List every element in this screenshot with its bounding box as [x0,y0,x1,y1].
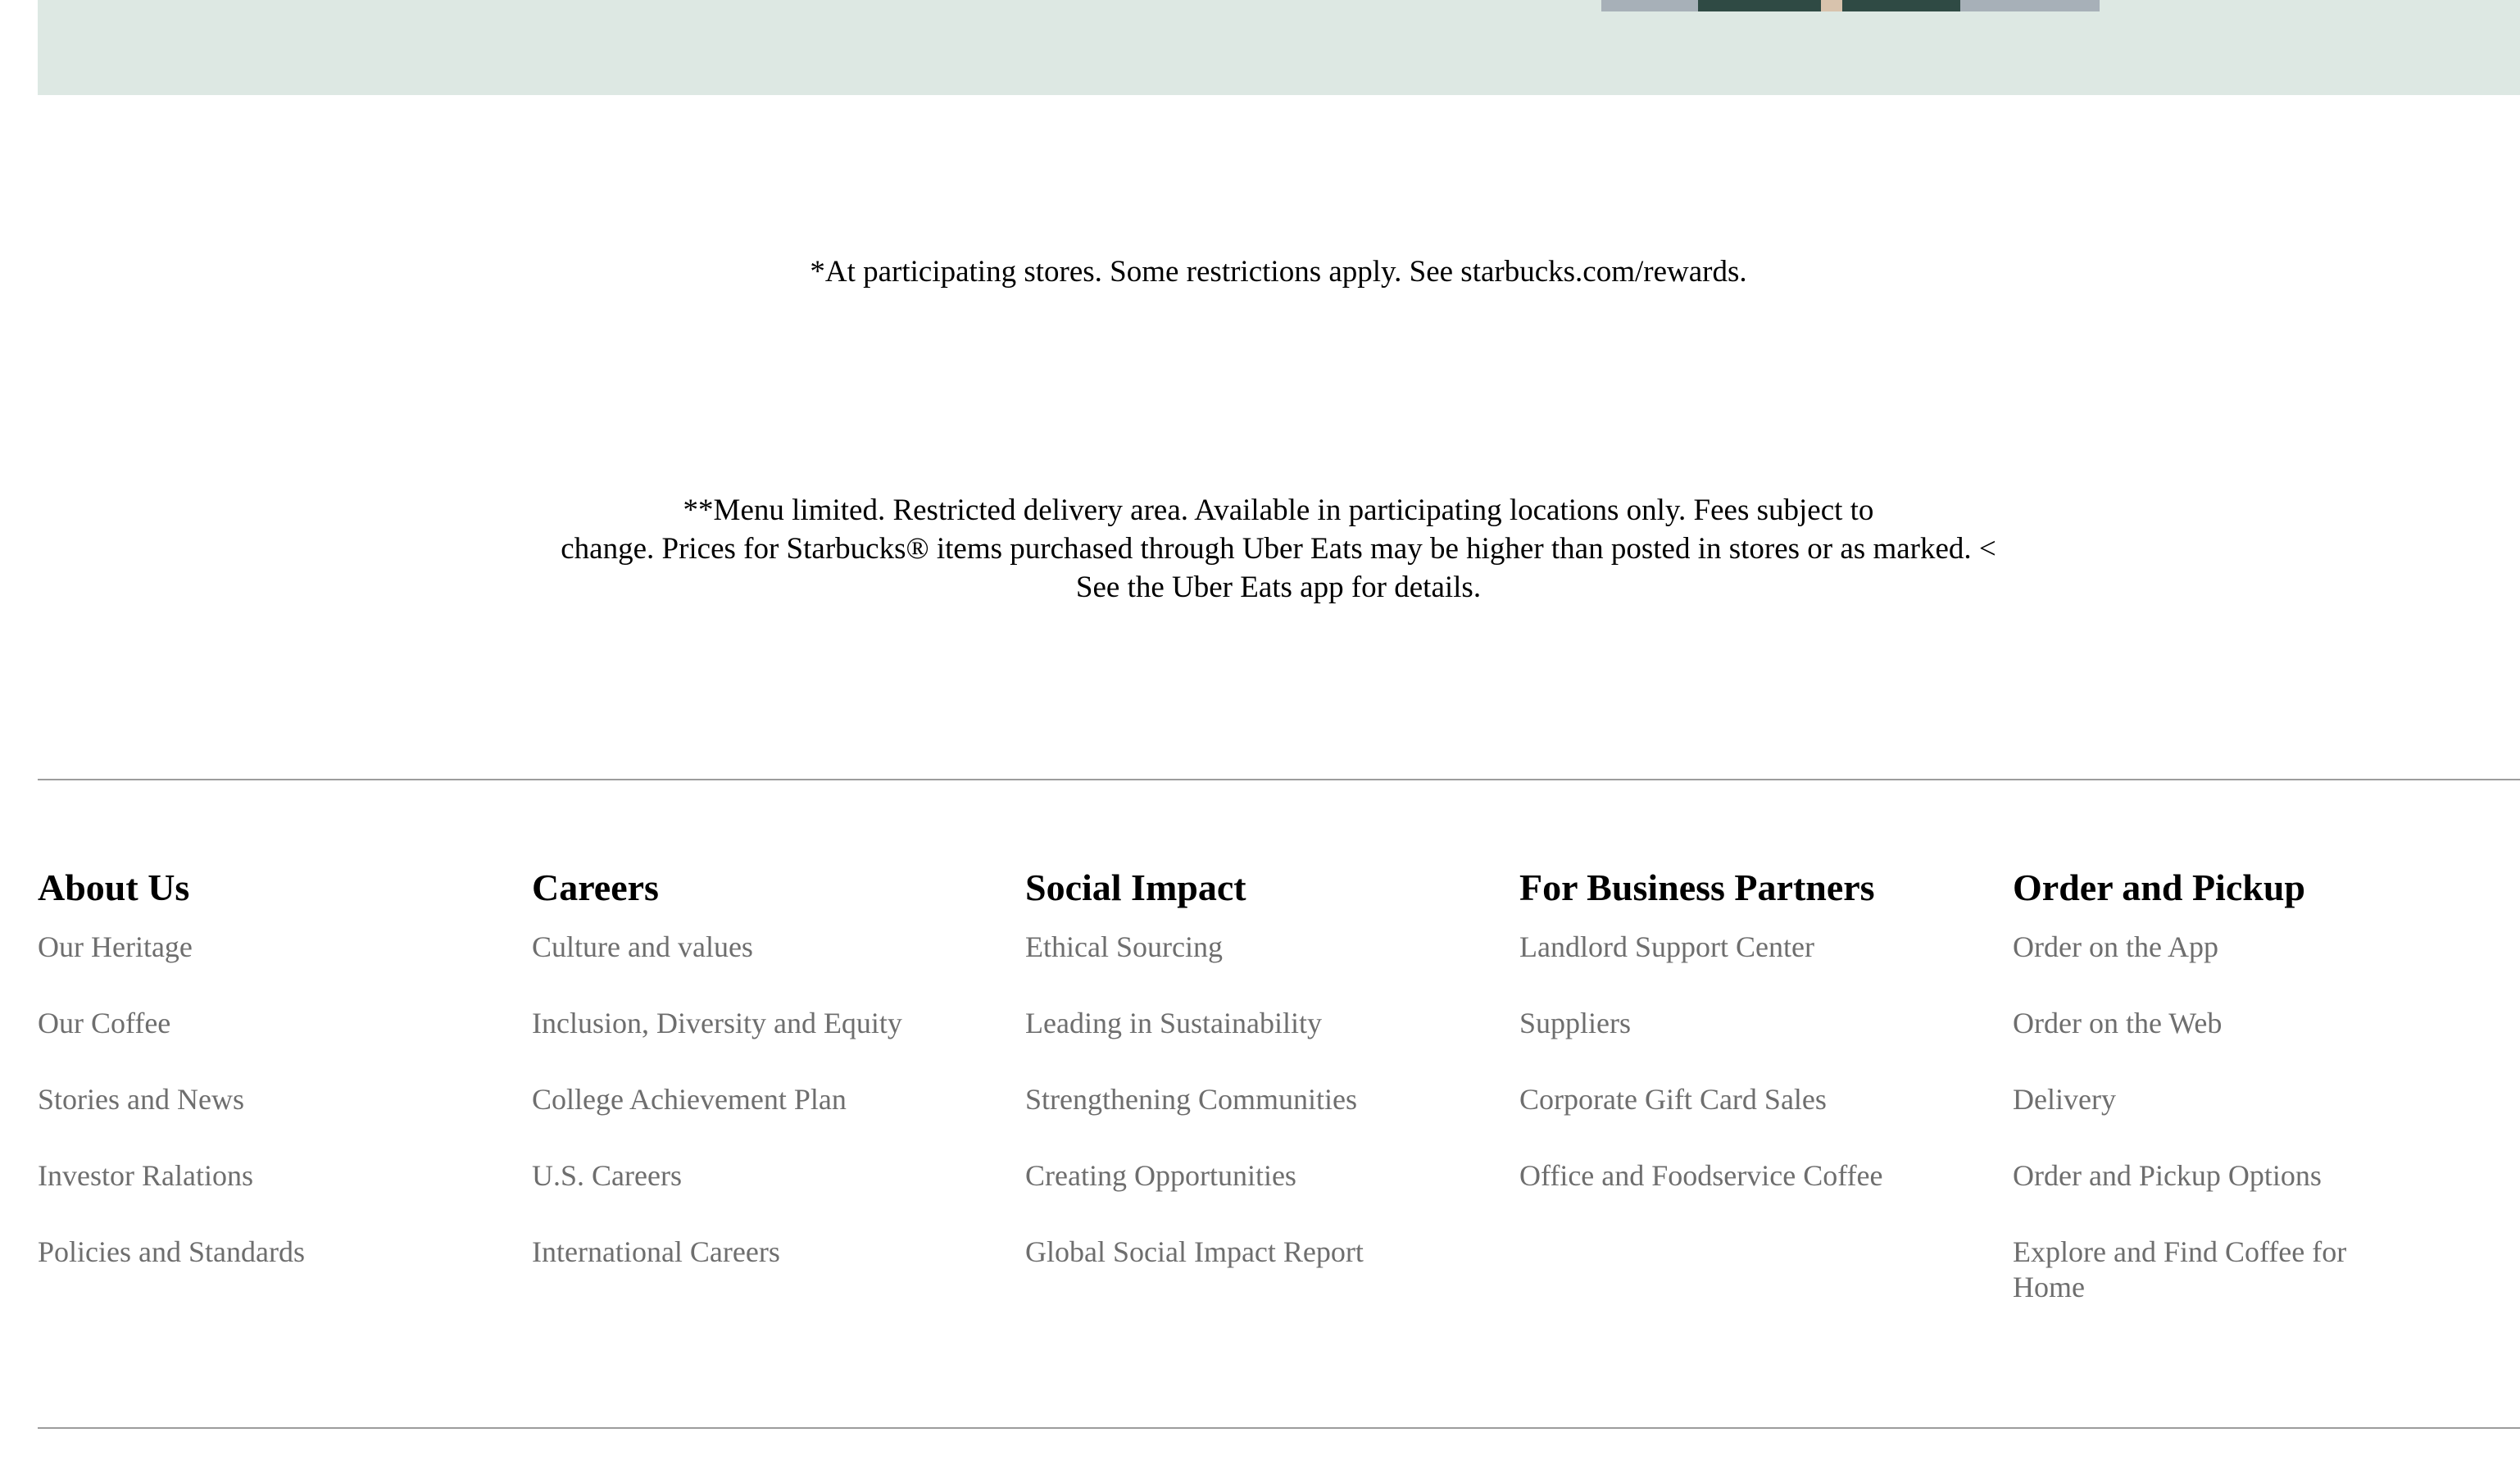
footer-column-social-impact: Social Impact Ethical Sourcing Leading i… [1025,864,1517,1311]
uber-eats-disclaimer-line-1: **Menu limited. Restricted delivery area… [683,493,1874,527]
footer-link-inclusion-diversity-equity[interactable]: Inclusion, Diversity and Equity [532,1006,917,1041]
footer-link-order-on-the-app[interactable]: Order on the App [2013,930,2398,965]
footer-heading-social-impact[interactable]: Social Impact [1025,864,1517,912]
promo-photo-background-left [1601,0,1698,11]
footer-link-leading-in-sustainability[interactable]: Leading in Sustainability [1025,1006,1410,1041]
footer-link-office-and-foodservice-coffee[interactable]: Office and Foodservice Coffee [1519,1158,1905,1194]
footer-links-about-us: Our Heritage Our Coffee Stories and News… [38,930,529,1270]
uber-eats-disclaimer-line-2: change. Prices for Starbucks® items purc… [561,532,1996,566]
footer-link-stories-and-news[interactable]: Stories and News [38,1082,423,1117]
footer-heading-business-partners[interactable]: For Business Partners [1519,864,2011,912]
footer-link-our-heritage[interactable]: Our Heritage [38,930,423,965]
footer-link-delivery[interactable]: Delivery [2013,1082,2398,1117]
footer-link-strengthening-communities[interactable]: Strengthening Communities [1025,1082,1410,1117]
footer-link-international-careers[interactable]: International Careers [532,1235,917,1270]
footer-link-investor-relations[interactable]: Investor Ralations [38,1158,423,1194]
footer-link-our-coffee[interactable]: Our Coffee [38,1006,423,1041]
promo-banner-bottom [38,0,2520,95]
footer-link-landlord-support-center[interactable]: Landlord Support Center [1519,930,1905,965]
footer-link-global-social-impact-report[interactable]: Global Social Impact Report [1025,1235,1410,1270]
footer-divider-top [38,779,2520,780]
footer-link-culture-and-values[interactable]: Culture and values [532,930,917,965]
footer-links-social-impact: Ethical Sourcing Leading in Sustainabili… [1025,930,1517,1270]
footer-column-about-us: About Us Our Heritage Our Coffee Stories… [38,864,529,1311]
footer-links-careers: Culture and values Inclusion, Diversity … [532,930,1024,1270]
footer-link-college-achievement-plan[interactable]: College Achievement Plan [532,1082,917,1117]
footer-heading-careers[interactable]: Careers [532,864,1024,912]
footer-link-ethical-sourcing[interactable]: Ethical Sourcing [1025,930,1410,965]
footer-link-creating-opportunities[interactable]: Creating Opportunities [1025,1158,1410,1194]
uber-eats-disclaimer-line-3: See the Uber Eats app for details. [1075,571,1482,604]
footer-link-suppliers[interactable]: Suppliers [1519,1006,1905,1041]
footer-link-order-on-the-web[interactable]: Order on the Web [2013,1006,2398,1041]
footer-link-us-careers[interactable]: U.S. Careers [532,1158,917,1194]
footer-heading-order-and-pickup[interactable]: Order and Pickup [2013,864,2504,912]
footer-column-order-and-pickup: Order and Pickup Order on the App Order … [2013,864,2504,1346]
uber-eats-disclaimer: **Menu limited. Restricted delivery area… [0,491,2520,607]
footer-column-business-partners: For Business Partners Landlord Support C… [1519,864,2011,1235]
footer-column-careers: Careers Culture and values Inclusion, Di… [532,864,1024,1311]
promo-photo-background-right [1960,0,2100,11]
footer-link-policies-and-standards[interactable]: Policies and Standards [38,1235,423,1270]
footer-link-order-and-pickup-options[interactable]: Order and Pickup Options [2013,1158,2398,1194]
footer-link-explore-coffee-for-home[interactable]: Explore and Find Coffee for Home [2013,1235,2398,1305]
page: *At participating stores. Some restricti… [0,0,2520,1469]
footer-links-business-partners: Landlord Support Center Suppliers Corpor… [1519,930,2011,1194]
promo-photo [1698,0,1960,11]
footer-divider-bottom [38,1427,2520,1429]
rewards-disclaimer: *At participating stores. Some restricti… [810,255,1747,289]
footer-links-order-and-pickup: Order on the App Order on the Web Delive… [2013,930,2504,1305]
footer-link-corporate-gift-card-sales[interactable]: Corporate Gift Card Sales [1519,1082,1905,1117]
footer-heading-about-us[interactable]: About Us [38,864,529,912]
